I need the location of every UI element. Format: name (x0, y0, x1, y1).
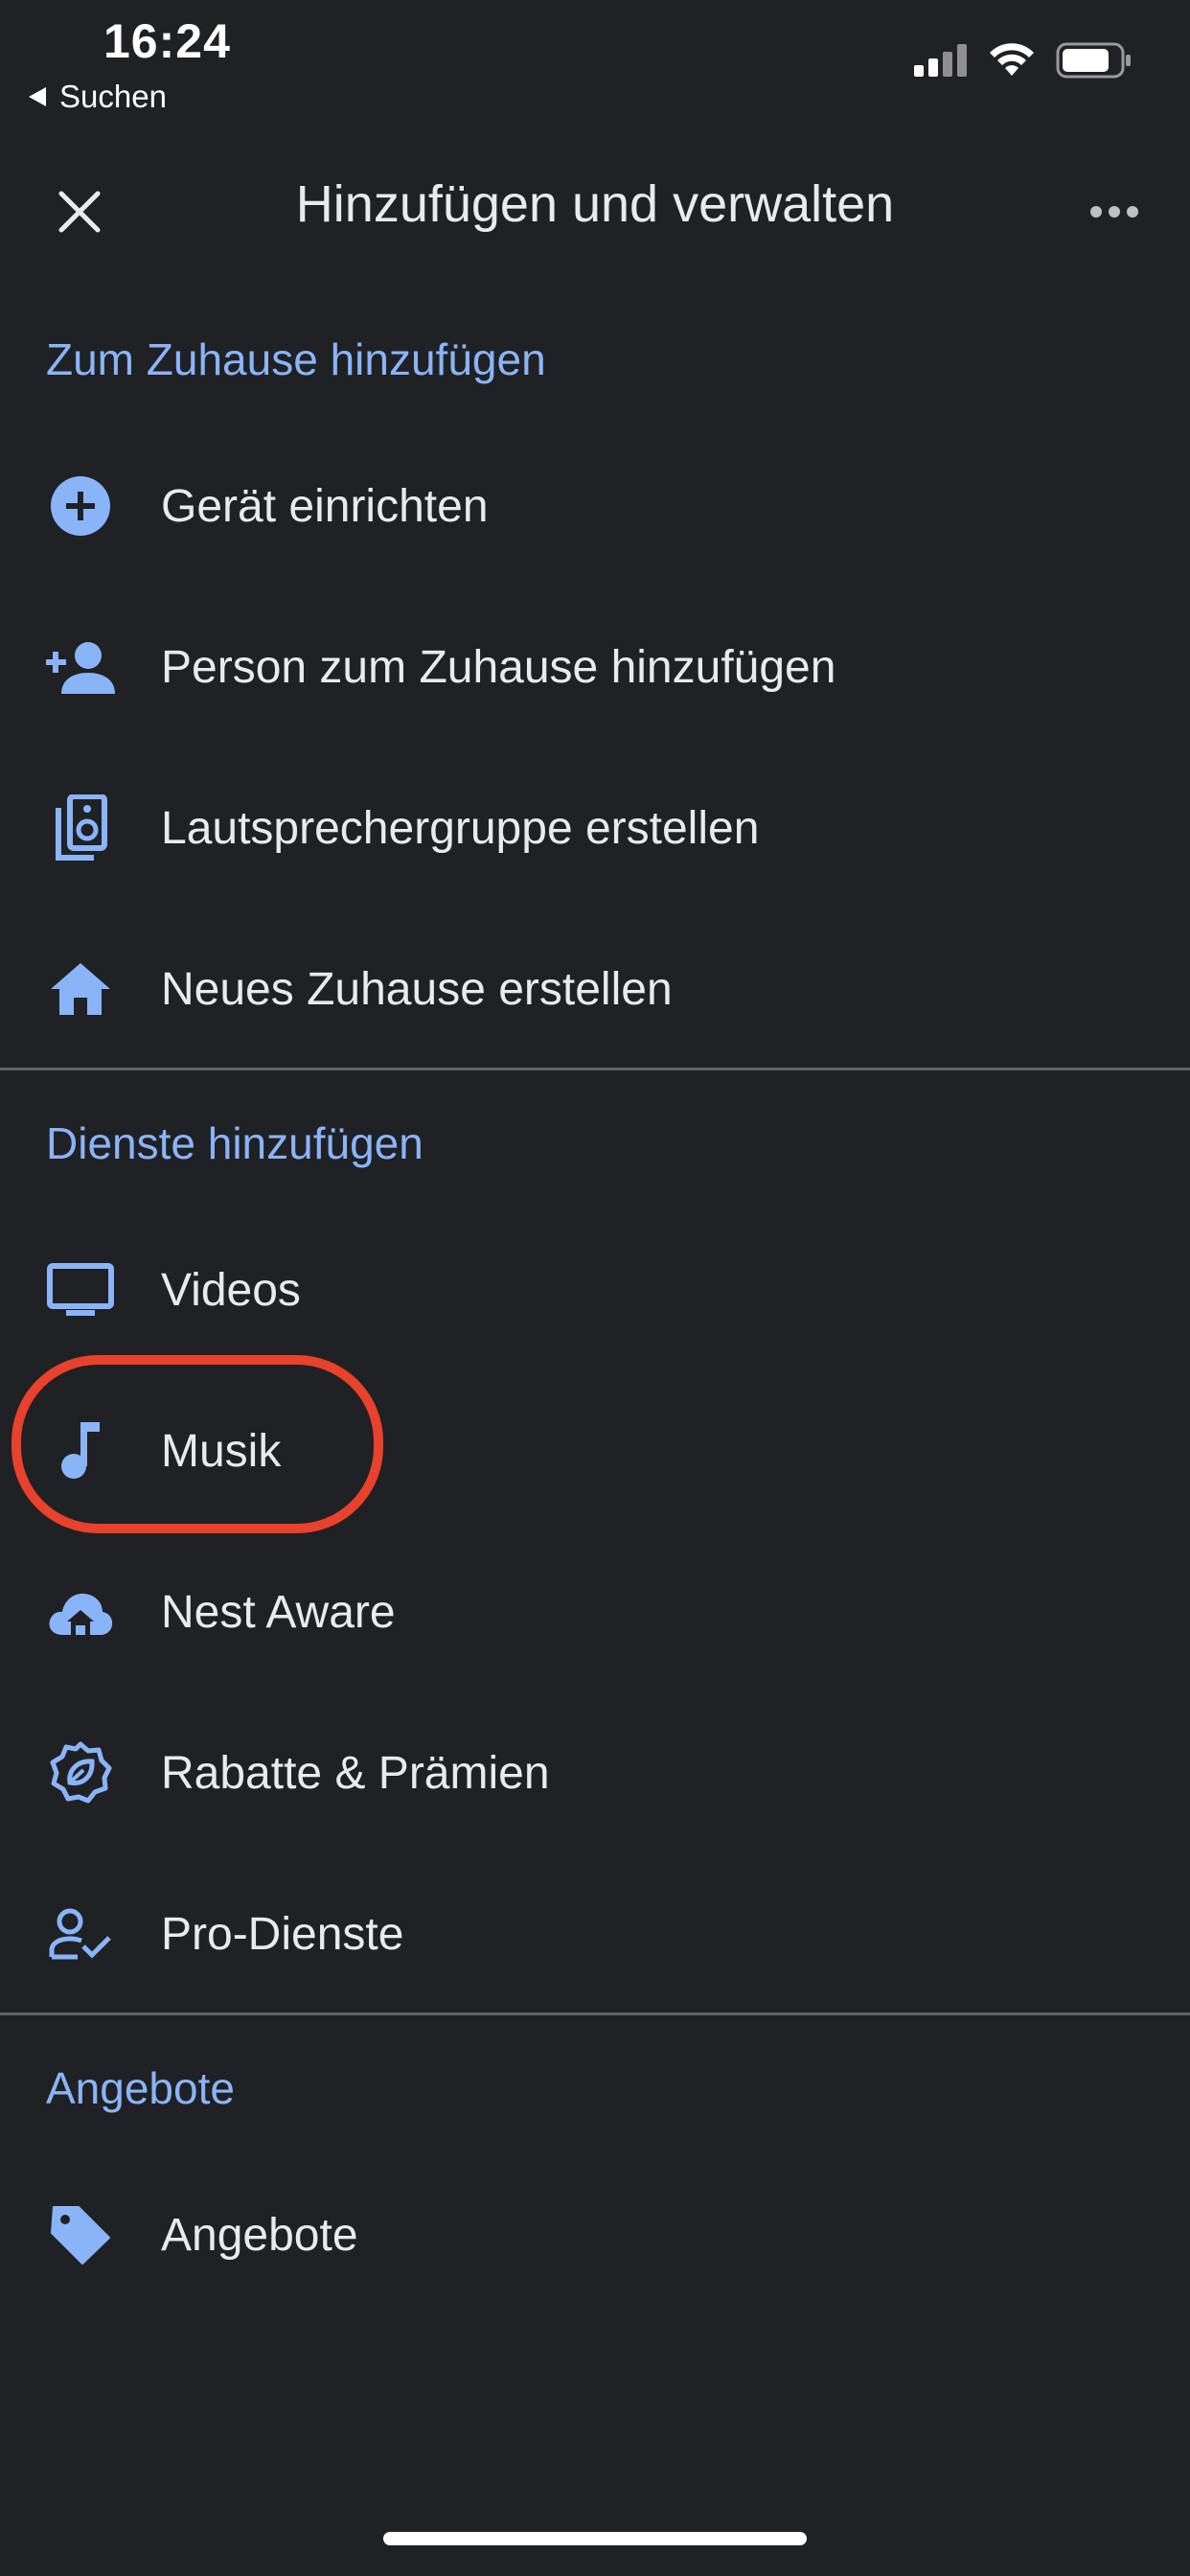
section-divider (0, 2012, 1190, 2015)
cellular-signal-icon (914, 44, 968, 81)
item-label: Person zum Zuhause hinzufügen (161, 641, 836, 693)
section-title-add-services: Dienste hinzufügen (46, 1118, 423, 1168)
item-nest-aware[interactable]: Nest Aware (0, 1531, 1190, 1692)
nest-aware-icon (46, 1577, 115, 1646)
add-circle-icon (46, 472, 115, 540)
item-music[interactable]: Musik (0, 1370, 1190, 1531)
item-label: Musik (161, 1425, 282, 1477)
item-add-person[interactable]: Person zum Zuhause hinzufügen (0, 586, 1190, 748)
home-indicator[interactable] (383, 2532, 807, 2545)
status-icons (914, 42, 1133, 83)
more-horizontal-icon (1090, 206, 1138, 218)
item-label: Rabatte & Prämien (161, 1747, 550, 1799)
page-title: Hinzufügen und verwalten (295, 175, 895, 233)
person-add-icon (46, 632, 115, 702)
section-title-offers: Angebote (46, 2063, 235, 2113)
home-icon (46, 954, 115, 1024)
item-offers[interactable]: Angebote (0, 2154, 1190, 2315)
rewards-badge-icon (46, 1738, 115, 1807)
item-create-speaker-group[interactable]: Lautsprechergruppe erstellen (0, 748, 1190, 908)
item-videos[interactable]: Videos (0, 1209, 1190, 1370)
tag-icon (46, 2200, 115, 2269)
item-pro-services[interactable]: Pro-Dienste (0, 1853, 1190, 2014)
item-label: Pro-Dienste (161, 1908, 404, 1960)
item-set-up-device[interactable]: Gerät einrichten (0, 426, 1190, 586)
item-label: Angebote (161, 2209, 358, 2261)
speaker-group-icon (46, 794, 115, 862)
music-note-icon (46, 1416, 115, 1485)
item-discounts-rewards[interactable]: Rabatte & Prämien (0, 1692, 1190, 1853)
wifi-icon (989, 43, 1035, 82)
pro-services-icon (46, 1899, 115, 1968)
item-label: Gerät einrichten (161, 480, 489, 532)
item-label: Videos (161, 1264, 301, 1316)
item-create-new-home[interactable]: Neues Zuhause erstellen (0, 908, 1190, 1070)
more-options-button[interactable] (1085, 188, 1144, 236)
item-label: Lautsprechergruppe erstellen (161, 802, 760, 854)
section-divider (0, 1068, 1190, 1070)
tv-icon (46, 1255, 115, 1324)
section-title-add-to-home: Zum Zuhause hinzufügen (46, 334, 546, 384)
battery-icon (1056, 42, 1133, 83)
item-label: Nest Aware (161, 1586, 396, 1638)
status-time: 16:24 (103, 14, 231, 68)
item-label: Neues Zuhause erstellen (161, 963, 673, 1015)
back-to-search-link[interactable]: Suchen (29, 79, 167, 115)
back-label: Suchen (59, 79, 167, 114)
back-arrow-icon (29, 87, 46, 106)
top-app-bar: Hinzufügen und verwalten (0, 153, 1190, 259)
